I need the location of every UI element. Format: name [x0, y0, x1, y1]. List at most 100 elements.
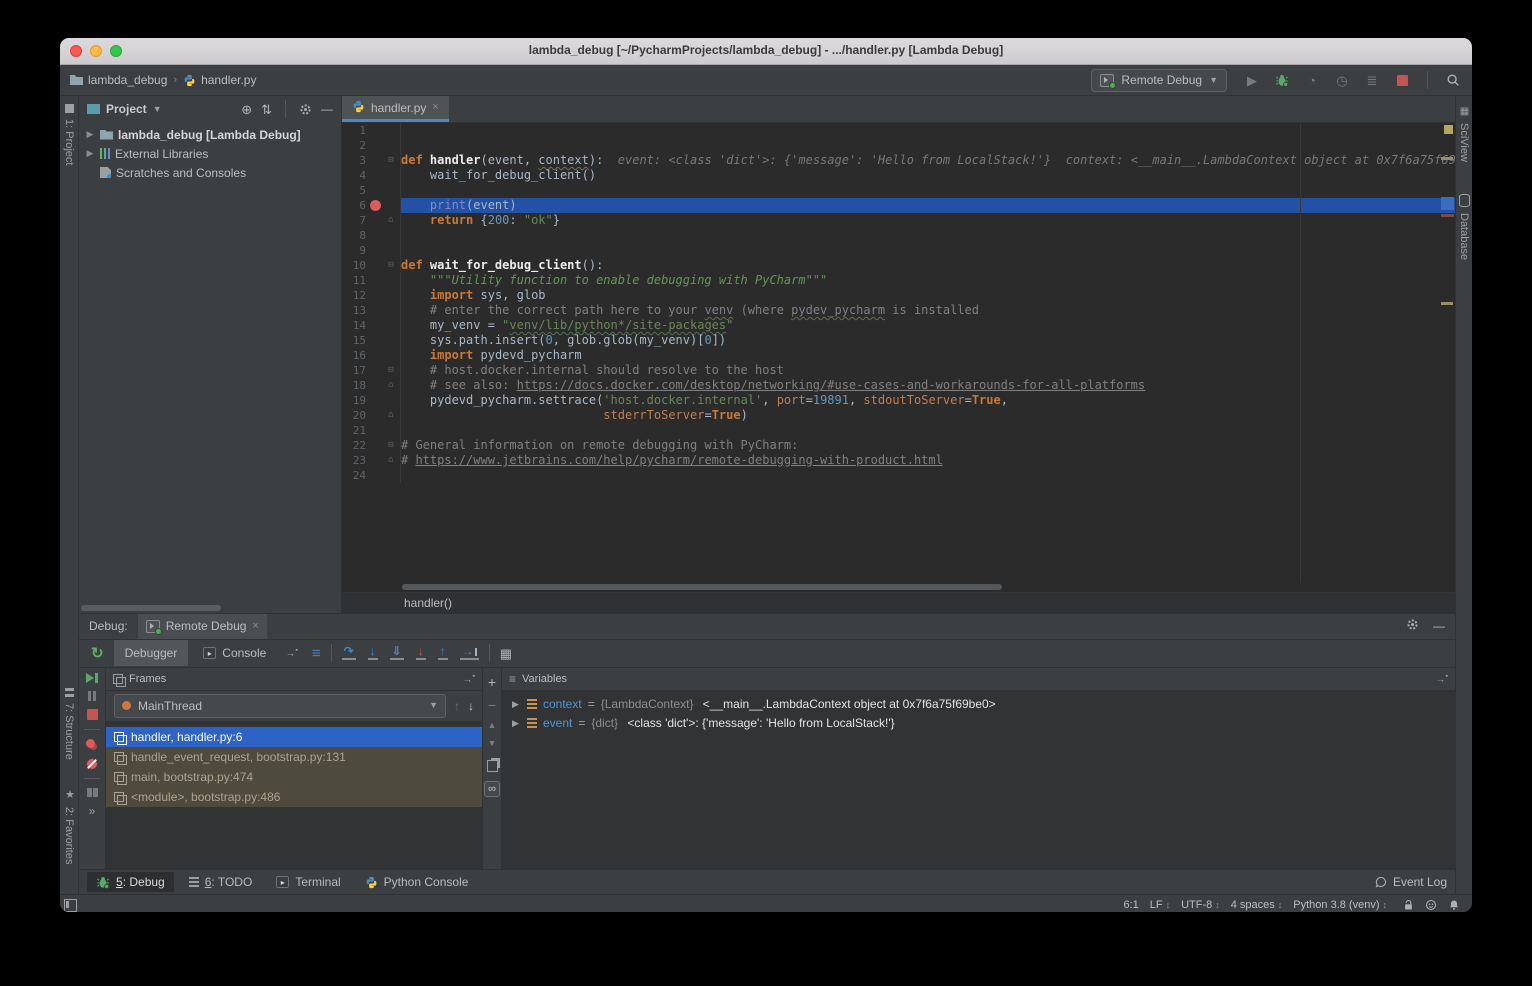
gutter[interactable]: 14	[342, 318, 401, 333]
code-line[interactable]: 5	[342, 183, 1455, 198]
gutter[interactable]: 17⊟	[342, 363, 401, 378]
code-line[interactable]: 20⌂ stderrToServer=True)	[342, 408, 1455, 423]
code-line[interactable]: 17⊟ # host.docker.internal should resolv…	[342, 363, 1455, 378]
debug-session-tab[interactable]: Remote Debug ×	[138, 614, 267, 639]
code-line[interactable]: 3⊟def handler(event, context): event: <c…	[342, 153, 1455, 168]
minimize-window-button[interactable]	[90, 45, 102, 57]
fold-marker-icon[interactable]: ⊟	[384, 258, 398, 273]
float-icon[interactable]: →▪	[463, 673, 475, 685]
stop-button[interactable]	[1393, 71, 1411, 89]
gutter[interactable]: 23⌂	[342, 453, 401, 468]
fold-marker-icon[interactable]: ⌂	[384, 408, 398, 423]
line-number[interactable]: 8	[342, 228, 366, 243]
gutter[interactable]: 22⊟	[342, 438, 401, 453]
debug-settings-icon[interactable]	[1406, 618, 1419, 634]
mute-breakpoints-button[interactable]	[87, 759, 97, 769]
restore-layout-button[interactable]	[87, 788, 98, 797]
code-line[interactable]: 24	[342, 468, 1455, 483]
gutter[interactable]: 19	[342, 393, 401, 408]
stack-frame-row[interactable]: main, bootstrap.py:474	[106, 767, 482, 787]
code-line[interactable]: 13 # enter the correct path here to your…	[342, 303, 1455, 318]
settings-icon[interactable]	[299, 103, 312, 116]
fold-marker-icon[interactable]: ⊟	[384, 153, 398, 168]
gutter[interactable]: 13	[342, 303, 401, 318]
breadcrumb-item[interactable]: lambda_debug	[70, 73, 167, 87]
line-number[interactable]: 7	[342, 213, 366, 228]
event-log-button[interactable]: Event Log	[1375, 875, 1447, 889]
code-line[interactable]: 19 pydevd_pycharm.settrace('host.docker.…	[342, 393, 1455, 408]
line-number[interactable]: 1	[342, 123, 366, 138]
line-number[interactable]: 10	[342, 258, 366, 273]
line-number[interactable]: 11	[342, 273, 366, 288]
sidebar-tab-7--structure[interactable]: 7: Structure	[63, 688, 75, 760]
line-number[interactable]: 14	[342, 318, 366, 333]
step-into-icon[interactable]: ↓	[362, 646, 384, 660]
code-line[interactable]: 2	[342, 138, 1455, 153]
gutter[interactable]: 20 ⌂	[342, 408, 401, 423]
view-breakpoints-button[interactable]	[86, 739, 98, 751]
step-out-icon[interactable]: ↑	[432, 646, 454, 660]
toolwindow-tab-python-console[interactable]: Python Console	[356, 872, 478, 892]
stack-frame-row[interactable]: <module>, bootstrap.py:486	[106, 787, 482, 807]
notifications-icon[interactable]	[1448, 899, 1460, 911]
line-number[interactable]: 20	[342, 408, 366, 423]
fold-marker-icon[interactable]: ⌂	[384, 378, 398, 393]
line-number[interactable]: 9	[342, 243, 366, 258]
float-icon[interactable]: →▪	[1436, 673, 1448, 685]
gutter[interactable]: 4	[342, 168, 401, 183]
code-line[interactable]: 18⌂ # see also: https://docs.docker.com/…	[342, 378, 1455, 393]
toolwindow-tab---todo[interactable]: 6: TODO	[180, 872, 262, 892]
line-number[interactable]: 13	[342, 303, 366, 318]
gutter[interactable]: 24	[342, 468, 401, 483]
gutter[interactable]: 11	[342, 273, 401, 288]
stack-frame-row[interactable]: handler, handler.py:6	[106, 727, 482, 747]
sidebar-tab-sciview[interactable]: ▦SciView	[1458, 106, 1470, 162]
gutter[interactable]: 5	[342, 183, 401, 198]
locate-icon[interactable]: ⊕	[241, 103, 252, 116]
resume-button[interactable]	[86, 673, 98, 683]
gutter[interactable]: 1	[342, 123, 401, 138]
expand-arrow-icon[interactable]: ▶	[85, 148, 95, 159]
line-number[interactable]: 2	[342, 138, 366, 153]
next-frame-icon[interactable]: ↓	[468, 700, 474, 712]
more-button[interactable]: »	[89, 805, 96, 817]
expand-arrow-icon[interactable]: ▶	[512, 718, 521, 729]
line-number[interactable]: 22	[342, 438, 366, 453]
expand-arrow-icon[interactable]: ▶	[512, 699, 521, 710]
code-line[interactable]: 12 import sys, glob	[342, 288, 1455, 303]
line-number[interactable]: 3	[342, 153, 366, 168]
fold-marker-icon[interactable]: ⌂	[384, 213, 398, 228]
update-icon[interactable]	[1425, 899, 1437, 911]
gutter[interactable]: 3⊟	[342, 153, 401, 168]
error-stripe[interactable]	[1440, 123, 1455, 583]
evaluate-expression-icon[interactable]: ▦	[494, 647, 518, 660]
stack-frame-row[interactable]: handle_event_request, bootstrap.py:131	[106, 747, 482, 767]
code-line[interactable]: 4 wait_for_debug_client()	[342, 168, 1455, 183]
line-number[interactable]: 15	[342, 333, 366, 348]
hide-icon[interactable]: —	[321, 103, 333, 115]
toolwindow-tab---debug[interactable]: 5: Debug	[87, 872, 174, 892]
code-line[interactable]: 1	[342, 123, 1455, 138]
previous-frame-icon[interactable]: ↑	[454, 700, 460, 712]
gutter[interactable]: 6	[342, 198, 401, 213]
toolwindow-tab-terminal[interactable]: ▸Terminal	[267, 872, 349, 892]
breakpoint-icon[interactable]	[366, 200, 384, 211]
tree-item[interactable]: Scratches and Consoles	[79, 163, 341, 182]
tab-console[interactable]: ▸ Console	[192, 640, 277, 666]
gutter[interactable]: 7⌂	[342, 213, 401, 228]
run-to-cursor-icon[interactable]: →	[454, 646, 485, 660]
line-number[interactable]: 16	[342, 348, 366, 363]
code-line[interactable]: 15 sys.path.insert(0, glob.glob(my_venv)…	[342, 333, 1455, 348]
remove-watch-button[interactable]: −	[488, 698, 496, 712]
move-down-button[interactable]: ▼	[488, 739, 497, 748]
gutter[interactable]: 8	[342, 228, 401, 243]
gutter[interactable]: 16	[342, 348, 401, 363]
duplicate-watch-button[interactable]	[487, 757, 498, 772]
line-number[interactable]: 17	[342, 363, 366, 378]
gutter[interactable]: 12	[342, 288, 401, 303]
status-item[interactable]: Python 3.8 (venv)↕	[1293, 899, 1387, 911]
smart-step-into-icon[interactable]: ↓	[410, 646, 432, 660]
step-over-icon[interactable]: ↷	[336, 646, 362, 660]
gutter[interactable]: 9	[342, 243, 401, 258]
status-item[interactable]: 6:1	[1123, 899, 1138, 911]
